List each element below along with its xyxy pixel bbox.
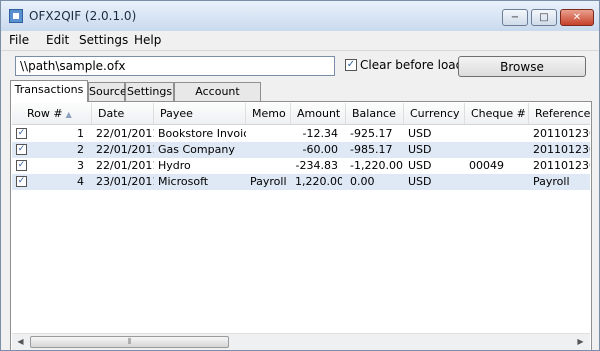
menu-help[interactable]: Help — [134, 33, 161, 47]
cell-payee: Hydro — [158, 159, 191, 172]
row-checkbox[interactable]: ✓ — [16, 160, 27, 171]
cell-amount: -60.00 — [302, 143, 338, 156]
cell-balance: -985.17 — [350, 143, 393, 156]
tab-source[interactable]: Source — [88, 82, 127, 101]
cell-memo: Payroll — [250, 175, 287, 188]
window-title: OFX2QIF (2.0.1.0) — [29, 9, 137, 23]
cell-payee: Gas Company — [158, 143, 235, 156]
tab-account-mapping[interactable]: Account Mapping — [174, 82, 261, 115]
cell-row-number: 4 — [77, 175, 84, 188]
cell-row-number: 3 — [77, 159, 84, 172]
transactions-panel: Row # ▲ Date Payee Memo Amount Balance Cu… — [10, 101, 592, 350]
file-path-input[interactable] — [15, 56, 335, 76]
title-bar[interactable]: OFX2QIF (2.0.1.0) − □ ✕ — [1, 1, 599, 31]
horizontal-scrollbar[interactable]: ◀ ⦀ ▶ — [12, 333, 590, 350]
column-header-amount[interactable]: Amount — [291, 103, 346, 124]
tab-settings[interactable]: Settings — [125, 82, 174, 101]
browse-button[interactable]: Browse — [458, 56, 586, 77]
cell-balance: 0.00 — [350, 175, 375, 188]
cell-reference: Payroll — [533, 175, 570, 188]
maximize-button[interactable]: □ — [531, 9, 557, 26]
column-header-currency[interactable]: Currency — [404, 103, 465, 124]
sort-ascending-icon: ▲ — [65, 110, 72, 119]
table-header: Row # ▲ Date Payee Memo Amount Balance Cu… — [12, 103, 590, 125]
cell-currency: USD — [408, 175, 432, 188]
column-header-date[interactable]: Date — [92, 103, 154, 124]
cell-balance: -925.17 — [350, 127, 393, 140]
minimize-button[interactable]: − — [502, 9, 528, 26]
menu-file[interactable]: File — [9, 33, 29, 47]
column-header-balance[interactable]: Balance — [346, 103, 404, 124]
cell-payee: Bookstore Invoice — [158, 127, 246, 140]
column-header-cheque[interactable]: Cheque # — [465, 103, 529, 124]
clear-before-load-label[interactable]: Clear before load — [360, 58, 463, 72]
column-header-memo[interactable]: Memo — [246, 103, 291, 124]
cell-memo — [246, 158, 291, 174]
cell-reference: 20110123000 — [533, 127, 590, 140]
column-header-reference[interactable]: Reference — [529, 103, 590, 124]
column-header-payee[interactable]: Payee — [154, 103, 246, 124]
cell-date: 22/01/2011 — [96, 127, 154, 140]
cell-cheque — [465, 142, 529, 158]
app-window: OFX2QIF (2.0.1.0) − □ ✕ File Edit Settin… — [0, 0, 600, 351]
menu-bar: File Edit Settings Help — [1, 31, 599, 51]
scroll-right-icon[interactable]: ▶ — [573, 335, 588, 349]
cell-reference: 20110123000 — [533, 143, 590, 156]
cell-cheque: 00049 — [469, 159, 504, 172]
cell-currency: USD — [408, 159, 432, 172]
cell-balance: -1,220.00 — [350, 159, 403, 172]
cell-amount: -234.83 — [295, 159, 338, 172]
menu-settings[interactable]: Settings — [79, 33, 128, 47]
cell-cheque — [465, 174, 529, 190]
scrollbar-thumb[interactable]: ⦀ — [30, 336, 229, 348]
cell-date: 22/01/2011 — [96, 143, 154, 156]
cell-memo — [246, 142, 291, 158]
menu-edit[interactable]: Edit — [46, 33, 69, 47]
cell-payee: Microsoft — [158, 175, 209, 188]
close-button[interactable]: ✕ — [560, 9, 594, 26]
cell-currency: USD — [408, 127, 432, 140]
row-checkbox[interactable]: ✓ — [16, 144, 27, 155]
cell-date: 23/01/2011 — [96, 175, 154, 188]
table-row[interactable]: ✓ 1 22/01/2011 Bookstore Invoice -12.34 … — [12, 126, 590, 142]
clear-before-load-checkbox[interactable]: ✓ — [345, 59, 357, 71]
cell-row-number: 1 — [77, 127, 84, 140]
cell-row-number: 2 — [77, 143, 84, 156]
table-row[interactable]: ✓ 3 22/01/2011 Hydro -234.83 -1,220.00 U… — [12, 158, 590, 174]
cell-date: 22/01/2011 — [96, 159, 154, 172]
table-row[interactable]: ✓ 2 22/01/2011 Gas Company -60.00 -985.1… — [12, 142, 590, 158]
row-checkbox[interactable]: ✓ — [16, 176, 27, 187]
table-row[interactable]: ✓ 4 23/01/2011 Microsoft Payroll 1,220.0… — [12, 174, 590, 190]
row-checkbox[interactable]: ✓ — [16, 128, 27, 139]
cell-reference: 20110123000 — [533, 159, 590, 172]
cell-cheque — [465, 126, 529, 142]
scroll-left-icon[interactable]: ◀ — [13, 335, 28, 349]
transactions-grid: Row # ▲ Date Payee Memo Amount Balance Cu… — [12, 103, 590, 327]
column-header-row-number[interactable]: Row # ▲ — [12, 103, 92, 124]
main-content: ✓ Clear before load Browse Transactions … — [1, 51, 599, 350]
cell-amount: -12.34 — [302, 127, 338, 140]
cell-amount: 1,220.00 — [295, 175, 342, 188]
cell-currency: USD — [408, 143, 432, 156]
cell-memo — [246, 126, 291, 142]
app-icon — [9, 9, 23, 23]
tab-transactions[interactable]: Transactions — [10, 80, 88, 102]
